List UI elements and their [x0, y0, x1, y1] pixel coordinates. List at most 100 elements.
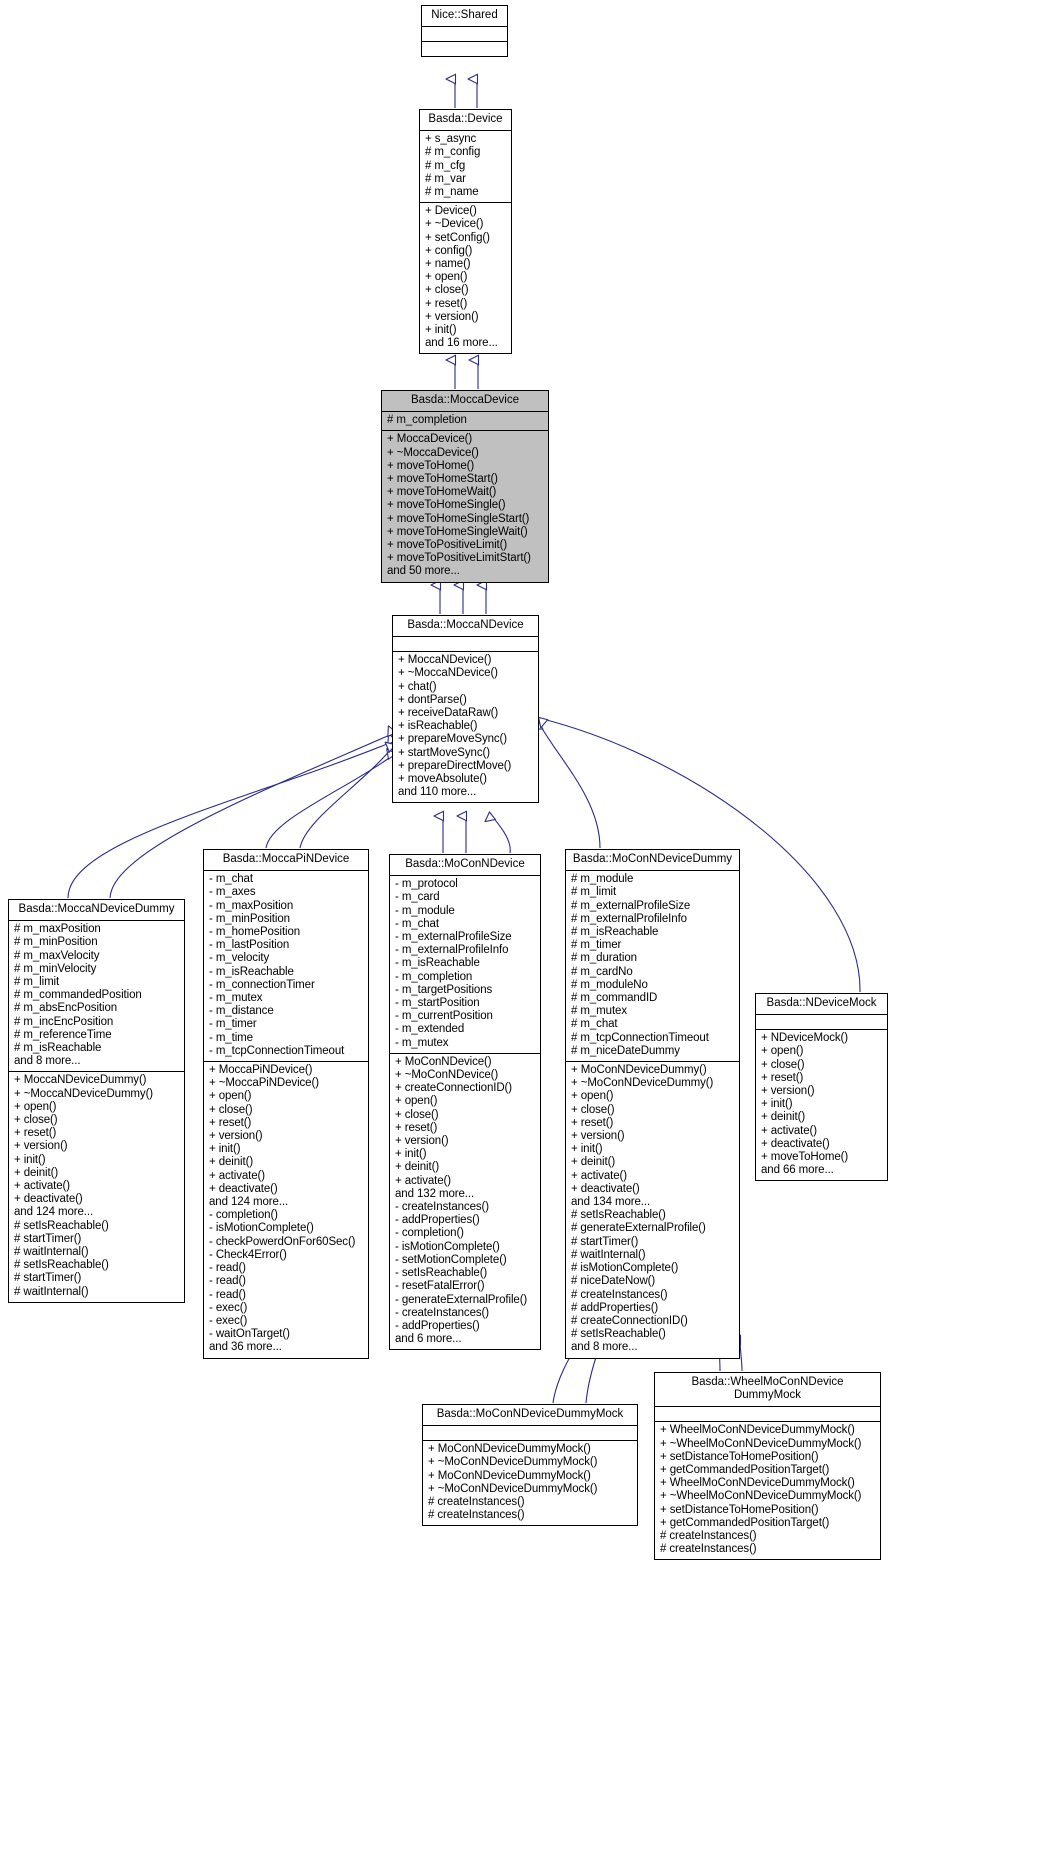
- member-row: # createInstances(): [428, 1496, 525, 1509]
- methods-compartment: + NDeviceMock() + open() + close() + reset(…: [756, 1030, 887, 1180]
- member-row: + MoConNDeviceDummy(): [571, 1064, 707, 1077]
- class-box-mocon-ndevice[interactable]: Basda::MoConNDevice - m_protocol - m_card…: [389, 854, 541, 1351]
- member-row: + isReachable(): [398, 720, 478, 733]
- class-box-nice-shared[interactable]: Nice::Shared: [421, 5, 508, 58]
- member-row: # setIsReachable(): [571, 1209, 666, 1222]
- member-row: # m_moduleNo: [571, 978, 648, 991]
- member-row: # m_maxPosition: [14, 923, 101, 936]
- member-row: - m_homePosition: [209, 926, 301, 939]
- member-row: # startTimer(): [14, 1272, 82, 1285]
- member-row: - isMotionComplete(): [209, 1222, 314, 1235]
- member-row: + prepareMoveSync(): [398, 733, 507, 746]
- member-row: + deinit(): [14, 1166, 59, 1179]
- member-row: + close(): [761, 1058, 805, 1071]
- class-box-mocon-ndevice-dummy-mock[interactable]: Basda::MoConNDeviceDummyMock + MoConNDev…: [422, 1404, 638, 1527]
- member-row: - m_mutex: [209, 992, 263, 1005]
- member-row: - m_chat: [209, 873, 253, 886]
- member-row: + close(): [209, 1103, 253, 1116]
- class-box-mocca-ndevice-dummy[interactable]: Basda::MoccaNDeviceDummy # m_maxPosition…: [8, 899, 185, 1303]
- member-row: + reset(): [761, 1071, 804, 1084]
- member-row: + activate(): [395, 1174, 452, 1187]
- member-row: + prepareDirectMove(): [398, 759, 512, 772]
- member-row: + activate(): [571, 1169, 628, 1182]
- member-row: + activate(): [14, 1180, 71, 1193]
- class-box-mocca-ndevice[interactable]: Basda::MoccaNDevice + MoccaNDevice() + ~M…: [392, 615, 539, 804]
- member-row: - m_isReachable: [209, 965, 294, 978]
- class-box-ndevice-mock[interactable]: Basda::NDeviceMock + NDeviceMock() + open…: [755, 993, 888, 1182]
- class-box-mocca-device[interactable]: Basda::MoccaDevice # m_completion + Mocc…: [381, 390, 549, 583]
- member-row: + name(): [425, 258, 471, 271]
- member-row: # setIsReachable(): [14, 1259, 109, 1272]
- member-row: # m_limit: [571, 886, 617, 899]
- member-row: + receiveDataRaw(): [398, 707, 499, 720]
- member-row: + init(): [761, 1098, 793, 1111]
- member-row: # m_externalProfileInfo: [571, 912, 687, 925]
- member-row: # createInstances(): [660, 1543, 757, 1556]
- methods-compartment: + MoConNDeviceDummy() + ~MoConNDeviceDumm…: [566, 1062, 739, 1357]
- member-row: - m_axes: [209, 886, 256, 899]
- member-row: - m_lastPosition: [209, 939, 290, 952]
- attributes-compartment: [423, 1426, 637, 1440]
- class-box-basda-device[interactable]: Basda::Device + s_async # m_config # m_cfg…: [419, 109, 512, 355]
- attributes-compartment: [756, 1015, 887, 1029]
- class-box-wheel-mocon-ndevice-dummy-mock[interactable]: Basda::WheelMoConNDevice DummyMock + Whe…: [654, 1372, 881, 1561]
- class-box-mocon-ndevice-dummy[interactable]: Basda::MoConNDeviceDummy # m_module # m_l…: [565, 849, 740, 1359]
- member-row: - createInstances(): [395, 1201, 489, 1214]
- member-row: + MoConNDevice(): [395, 1055, 492, 1068]
- member-row: # m_isReachable: [14, 1042, 102, 1055]
- member-row: + version(): [425, 310, 479, 323]
- class-title: Nice::Shared: [431, 9, 498, 21]
- member-row: + open(): [209, 1090, 252, 1103]
- methods-compartment: + MoccaPiNDevice() + ~MoccaPiNDevice() + o…: [204, 1062, 368, 1357]
- member-row: + close(): [395, 1108, 439, 1121]
- member-row: and 66 more...: [761, 1164, 834, 1177]
- member-row: # m_externalProfileSize: [571, 899, 691, 912]
- member-row: - setIsReachable(): [395, 1267, 488, 1280]
- member-row: # m_chat: [571, 1018, 618, 1031]
- member-row: - m_completion: [395, 970, 473, 983]
- member-row: # waitInternal(): [571, 1248, 646, 1261]
- member-row: + ~MoccaDevice(): [387, 446, 479, 459]
- member-row: # m_commandID: [571, 992, 658, 1005]
- member-row: - resetFatalError(): [395, 1280, 485, 1293]
- member-row: + ~MoccaNDeviceDummy(): [14, 1087, 154, 1100]
- member-row: + setConfig(): [425, 231, 490, 244]
- member-row: + setDistanceToHomePosition(): [660, 1503, 819, 1516]
- member-row: - m_currentPosition: [395, 1010, 493, 1023]
- member-row: # m_minPosition: [14, 936, 98, 949]
- member-row: + close(): [425, 284, 469, 297]
- member-row: + setDistanceToHomePosition(): [660, 1450, 819, 1463]
- member-row: - m_chat: [395, 917, 439, 930]
- attributes-compartment: [393, 637, 538, 651]
- class-box-mocca-pindevice[interactable]: Basda::MoccaPiNDevice - m_chat - m_axes - …: [203, 849, 369, 1359]
- member-row: + getCommandedPositionTarget(): [660, 1464, 830, 1477]
- member-row: # niceDateNow(): [571, 1275, 656, 1288]
- member-row: # m_mutex: [571, 1005, 627, 1018]
- member-row: - m_targetPositions: [395, 983, 493, 996]
- member-row: - m_connectionTimer: [209, 978, 315, 991]
- member-row: + ~MoConNDeviceDummyMock(): [428, 1456, 598, 1469]
- member-row: and 16 more...: [425, 337, 498, 350]
- member-row: - completion(): [395, 1227, 464, 1240]
- member-row: + MoccaDevice(): [387, 433, 473, 446]
- member-row: + init(): [209, 1143, 241, 1156]
- member-row: and 8 more...: [571, 1341, 638, 1354]
- member-row: + reset(): [395, 1121, 438, 1134]
- member-row: - Check4Error(): [209, 1248, 287, 1261]
- member-row: + open(): [395, 1095, 438, 1108]
- member-row: and 134 more...: [571, 1196, 651, 1209]
- member-row: + deinit(): [571, 1156, 616, 1169]
- member-row: # m_niceDateDummy: [571, 1044, 680, 1057]
- member-row: + open(): [425, 271, 468, 284]
- class-title: Basda::NDeviceMock: [766, 997, 877, 1009]
- member-row: # m_limit: [14, 976, 60, 989]
- member-row: and 110 more...: [398, 786, 477, 799]
- member-row: - m_card: [395, 891, 440, 904]
- member-row: + moveToHome(): [761, 1151, 849, 1164]
- member-row: and 132 more...: [395, 1187, 475, 1200]
- member-row: # createInstances(): [660, 1530, 757, 1543]
- member-row: + config(): [425, 244, 473, 257]
- member-row: # m_maxVelocity: [14, 949, 100, 962]
- member-row: - exec(): [209, 1314, 248, 1327]
- member-row: + moveToPositiveLimit(): [387, 539, 508, 552]
